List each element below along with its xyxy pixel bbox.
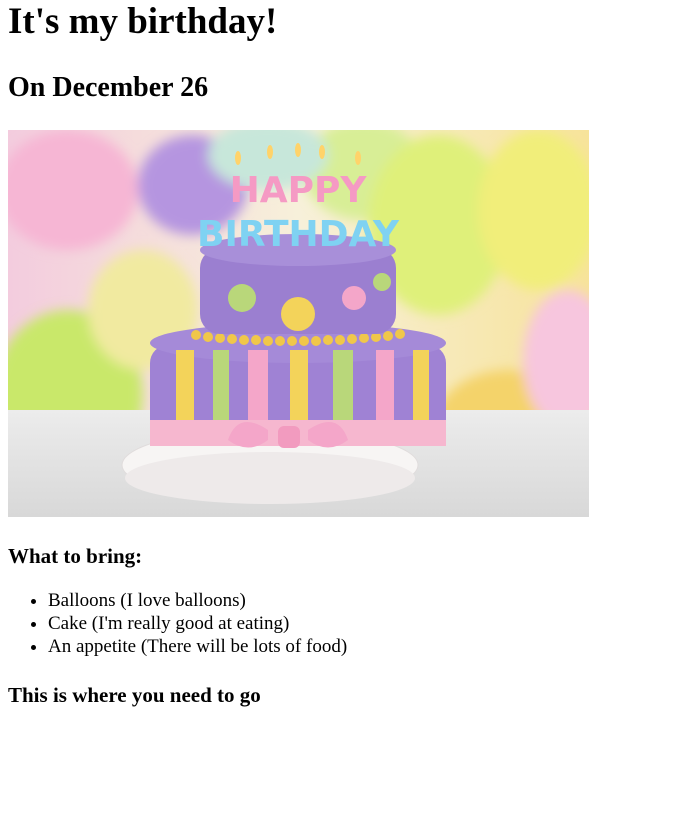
bring-heading: What to bring: <box>8 544 143 568</box>
happy-candles: HAPPY <box>230 170 368 211</box>
where-heading: This is where you need to go <box>8 683 261 707</box>
birthday-cake-image: HAPPY BIRTHDAY <box>8 130 589 517</box>
date-heading: On December 26 <box>8 72 209 103</box>
page-title: It's my birthday! <box>8 1 278 42</box>
birthday-candles: BIRTHDAY <box>197 214 400 255</box>
list-item: An appetite (There will be lots of food) <box>48 635 667 658</box>
list-item: Balloons (I love balloons) <box>48 589 667 612</box>
page: It's my birthday! On December 26 HAPPY B… <box>0 0 675 708</box>
bring-list: Balloons (I love balloons) Cake (I'm rea… <box>8 589 667 658</box>
list-item: Cake (I'm really good at eating) <box>48 612 667 635</box>
